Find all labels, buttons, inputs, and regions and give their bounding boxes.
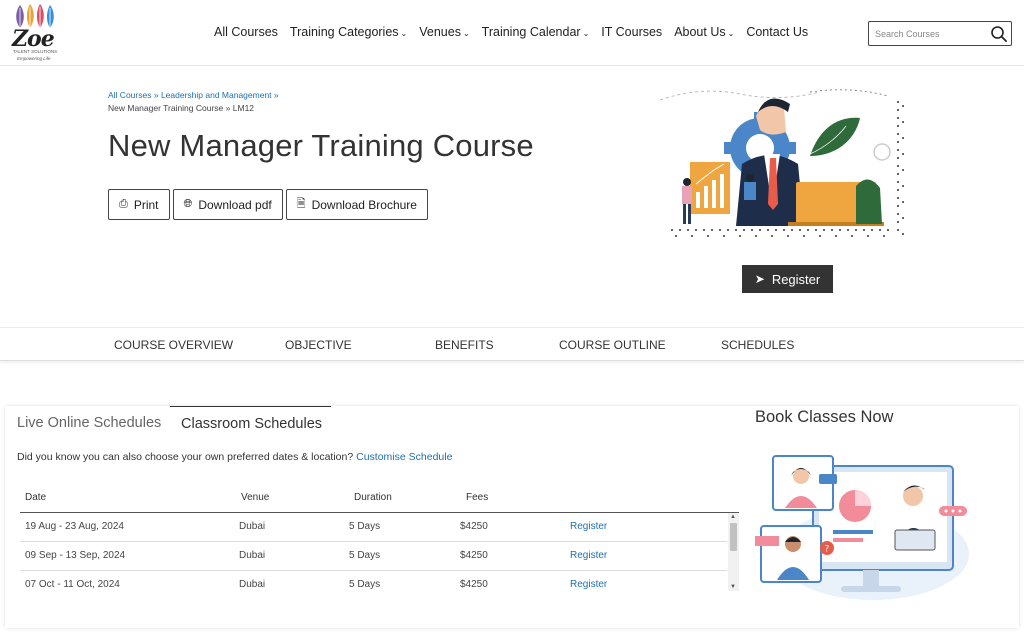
row-date: 09 Sep - 13 Sep, 2024 — [25, 550, 126, 561]
printer-icon: ⎙ — [119, 198, 128, 210]
course-code: LM12 — [232, 103, 255, 113]
chevron-down-icon: ⌄ — [727, 29, 735, 38]
table-row: 07 Oct - 11 Oct, 2024 Dubai 5 Days $4250… — [20, 571, 727, 591]
tab-schedules[interactable]: SCHEDULES — [721, 338, 794, 352]
download-brochure-label: Download Brochure — [311, 197, 417, 212]
row-date: 19 Aug - 23 Aug, 2024 — [25, 521, 124, 532]
tab-objective[interactable]: OBJECTIVE — [285, 338, 352, 352]
chevron-down-icon: ⌄ — [400, 29, 408, 38]
row-register-link[interactable]: Register — [570, 521, 607, 532]
nav-venues[interactable]: Venues ⌄ — [419, 25, 469, 39]
search-box — [868, 21, 1012, 46]
breadcrumb-current: New Manager Training Course — [108, 103, 224, 113]
nav-label: Contact Us — [746, 25, 809, 39]
tab-label: Classroom Schedules — [181, 415, 323, 432]
nav-training-categories[interactable]: Training Categories ⌄ — [290, 25, 407, 39]
row-fees: $4250 — [460, 579, 488, 590]
row-fees: $4250 — [460, 550, 488, 561]
main-nav: All Courses Training Categories ⌄ Venues ⌄… — [214, 25, 820, 39]
course-section-tabs: COURSE OVERVIEW OBJECTIVE BENEFITS COURS… — [0, 327, 1024, 361]
page: Zoe TALENT SOLUTIONS Empowering Life All… — [0, 0, 1024, 632]
nav-it-courses[interactable]: IT Courses — [601, 25, 662, 39]
hero-illustration — [660, 89, 904, 237]
row-duration: 5 Days — [349, 579, 381, 590]
download-pdf-button[interactable]: 🌐︎ Download pdf — [172, 189, 283, 220]
row-venue: Dubai — [239, 521, 266, 532]
nav-label: About Us — [674, 25, 726, 39]
search-input[interactable] — [875, 26, 985, 41]
nav-label: IT Courses — [601, 25, 663, 39]
action-buttons: ⎙ Print 🌐︎ Download pdf 🗎︎ Download Brochur… — [108, 189, 431, 220]
tab-benefits[interactable]: BENEFITS — [435, 338, 494, 352]
column-header-venue: Venue — [241, 492, 270, 503]
nav-label: Venues — [419, 25, 461, 39]
svg-text:?: ? — [825, 545, 830, 555]
nav-label: Training Categories — [289, 25, 399, 39]
online-class-illustration: ? — [755, 455, 969, 600]
breadcrumb-separator: » — [153, 90, 159, 100]
site-header: Zoe TALENT SOLUTIONS Empowering Life All… — [0, 0, 1024, 66]
globe-icon: 🌐︎ — [183, 198, 193, 210]
register-button[interactable]: ➤ Register — [742, 265, 833, 293]
column-header-duration: Duration — [354, 492, 392, 503]
nav-about-us[interactable]: About Us ⌄ — [674, 25, 734, 39]
book-classes-title: Book Classes Now — [755, 408, 894, 426]
page-title: New Manager Training Course — [108, 128, 534, 163]
breadcrumb-separator: » — [273, 90, 279, 100]
column-header-fees: Fees — [466, 492, 489, 503]
chevron-down-icon: ⌄ — [462, 29, 470, 38]
tab-classroom-schedules[interactable]: Classroom Schedules — [170, 406, 331, 440]
row-duration: 5 Days — [349, 521, 381, 532]
table-row: 19 Aug - 23 Aug, 2024 Dubai 5 Days $4250… — [20, 513, 727, 542]
nav-label: All Courses — [214, 25, 278, 39]
row-duration: 5 Days — [349, 550, 381, 561]
column-header-date: Date — [25, 492, 47, 503]
breadcrumb-separator: » — [225, 103, 231, 113]
breadcrumb-all-courses[interactable]: All Courses — [108, 90, 151, 100]
scrollbar-thumb[interactable] — [730, 523, 737, 551]
chevron-down-icon: ⌄ — [582, 29, 590, 38]
scroll-down-icon[interactable]: ▼ — [730, 584, 736, 590]
print-label: Print — [133, 197, 159, 212]
row-venue: Dubai — [239, 550, 266, 561]
row-register-link[interactable]: Register — [570, 550, 607, 561]
row-register-link[interactable]: Register — [570, 579, 607, 590]
nav-label: Training Calendar — [481, 25, 581, 39]
download-pdf-label: Download pdf — [198, 197, 272, 212]
search-icon[interactable] — [990, 25, 1008, 43]
schedules-panel: Live Online Schedules Classroom Schedule… — [5, 406, 1019, 628]
row-date: 07 Oct - 11 Oct, 2024 — [25, 579, 120, 590]
logo-subtitle: TALENT SOLUTIONS — [13, 49, 58, 54]
breadcrumb: All Courses » Leadership and Management … — [108, 89, 279, 115]
table-row: 09 Sep - 13 Sep, 2024 Dubai 5 Days $4250… — [20, 542, 727, 571]
paper-plane-icon: ➤ — [754, 272, 765, 286]
nav-contact-us[interactable]: Contact Us — [746, 25, 808, 39]
table-scrollbar[interactable]: ▲ ▼ — [728, 513, 739, 591]
logo-tagline: Empowering Life — [17, 56, 51, 61]
breadcrumb-leadership[interactable]: Leadership and Management — [161, 90, 272, 100]
customise-schedule-link[interactable]: Customise Schedule — [356, 451, 452, 463]
download-brochure-button[interactable]: 🗎︎ Download Brochure — [285, 189, 428, 220]
customise-note-text: Did you know you can also choose your ow… — [17, 451, 354, 463]
print-button[interactable]: ⎙ Print — [108, 189, 170, 220]
schedule-table-body[interactable]: 19 Aug - 23 Aug, 2024 Dubai 5 Days $4250… — [20, 513, 727, 591]
tab-course-overview[interactable]: COURSE OVERVIEW — [114, 338, 233, 352]
row-fees: $4250 — [460, 521, 488, 532]
document-icon: 🗎︎ — [296, 198, 306, 210]
nav-training-calendar[interactable]: Training Calendar ⌄ — [482, 25, 590, 39]
tab-course-outline[interactable]: COURSE OUTLINE — [559, 338, 666, 352]
scroll-up-icon[interactable]: ▲ — [730, 514, 736, 520]
nav-all-courses[interactable]: All Courses — [214, 25, 278, 39]
register-label: Register — [771, 271, 821, 287]
tab-live-online-schedules[interactable]: Live Online Schedules — [17, 406, 161, 440]
customise-note: Did you know you can also choose your ow… — [17, 451, 452, 463]
row-venue: Dubai — [239, 579, 266, 590]
